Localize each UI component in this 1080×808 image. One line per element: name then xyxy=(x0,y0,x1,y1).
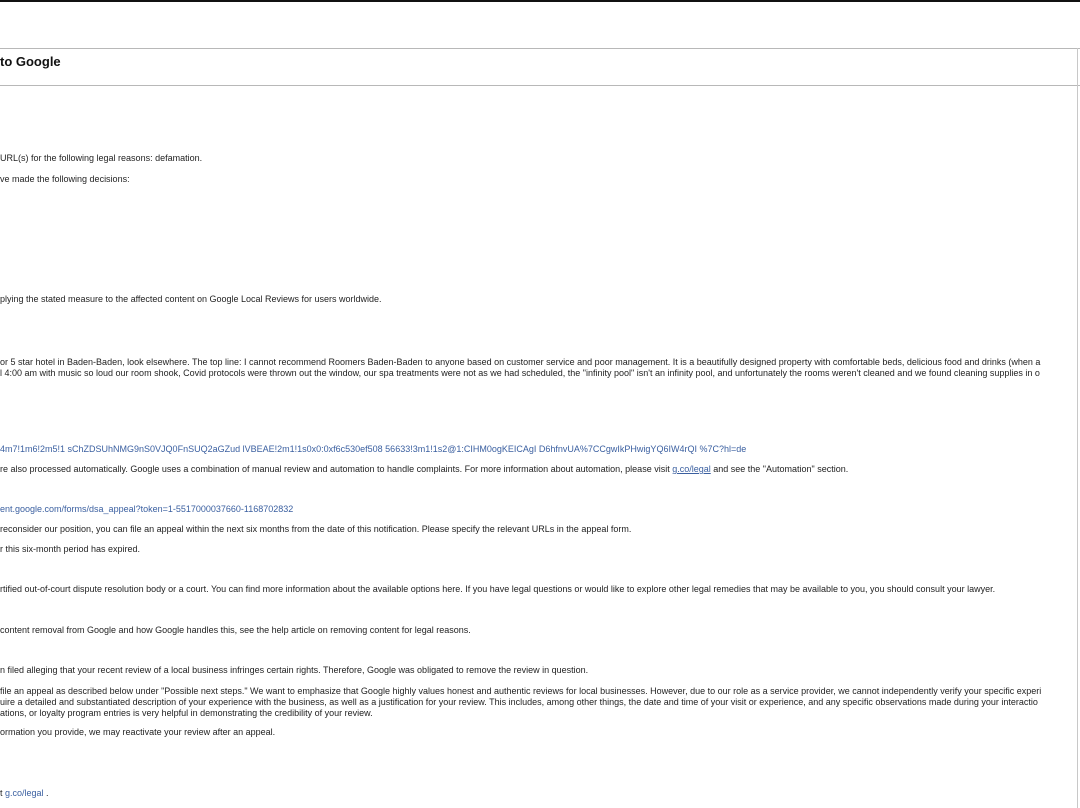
review-content-line-2: l 4:00 am with music so loud our room sh… xyxy=(0,368,1040,378)
help-article-text: content removal from Google and how Goog… xyxy=(0,625,471,635)
header-bottom-divider xyxy=(0,85,1080,86)
window-top-border xyxy=(0,0,1080,2)
appeal-info-text: reconsider our position, you can file an… xyxy=(0,524,632,534)
review-content-line-1: or 5 star hotel in Baden-Baden, look els… xyxy=(0,357,1041,367)
footer-legal-text: t g.co/legal . xyxy=(0,788,49,799)
appeal-explanation-line-2: uire a detailed and substantiated descri… xyxy=(0,697,1038,707)
affected-url-link[interactable]: 4m7!1m6!2m5!1 sChZDSUhNMG9nS0VJQ0FnSUQ2a… xyxy=(0,444,746,455)
footer-legal-after: . xyxy=(43,788,49,798)
automation-info-before: re also processed automatically. Google … xyxy=(0,464,673,474)
automation-info-after: and see the "Automation" section. xyxy=(710,464,849,474)
appeal-explanation-line-3: ations, or loyalty program entries is ve… xyxy=(0,708,373,718)
header-top-divider xyxy=(0,48,1080,49)
content-right-border xyxy=(1077,48,1078,808)
appeal-expiry-text: r this six-month period has expired. xyxy=(0,544,141,554)
measure-applied-text: plying the stated measure to the affecte… xyxy=(0,294,382,304)
footer-legal-link[interactable]: g.co/legal xyxy=(5,788,44,798)
page-title: to Google xyxy=(0,54,61,69)
legal-link[interactable]: g.co/legal xyxy=(672,464,711,474)
decisions-intro-text: ve made the following decisions: xyxy=(0,174,130,184)
automation-info-text: re also processed automatically. Google … xyxy=(0,464,848,475)
dispute-resolution-text: rtified out-of-court dispute resolution … xyxy=(0,584,996,594)
complaint-filed-text: n filed alleging that your recent review… xyxy=(0,665,589,675)
appeal-explanation-line-1: file an appeal as described below under … xyxy=(0,686,1042,696)
reactivate-review-text: ormation you provide, we may reactivate … xyxy=(0,727,276,737)
legal-reasons-text: URL(s) for the following legal reasons: … xyxy=(0,153,203,163)
appeal-form-link[interactable]: ent.google.com/forms/dsa_appeal?token=1-… xyxy=(0,504,293,515)
